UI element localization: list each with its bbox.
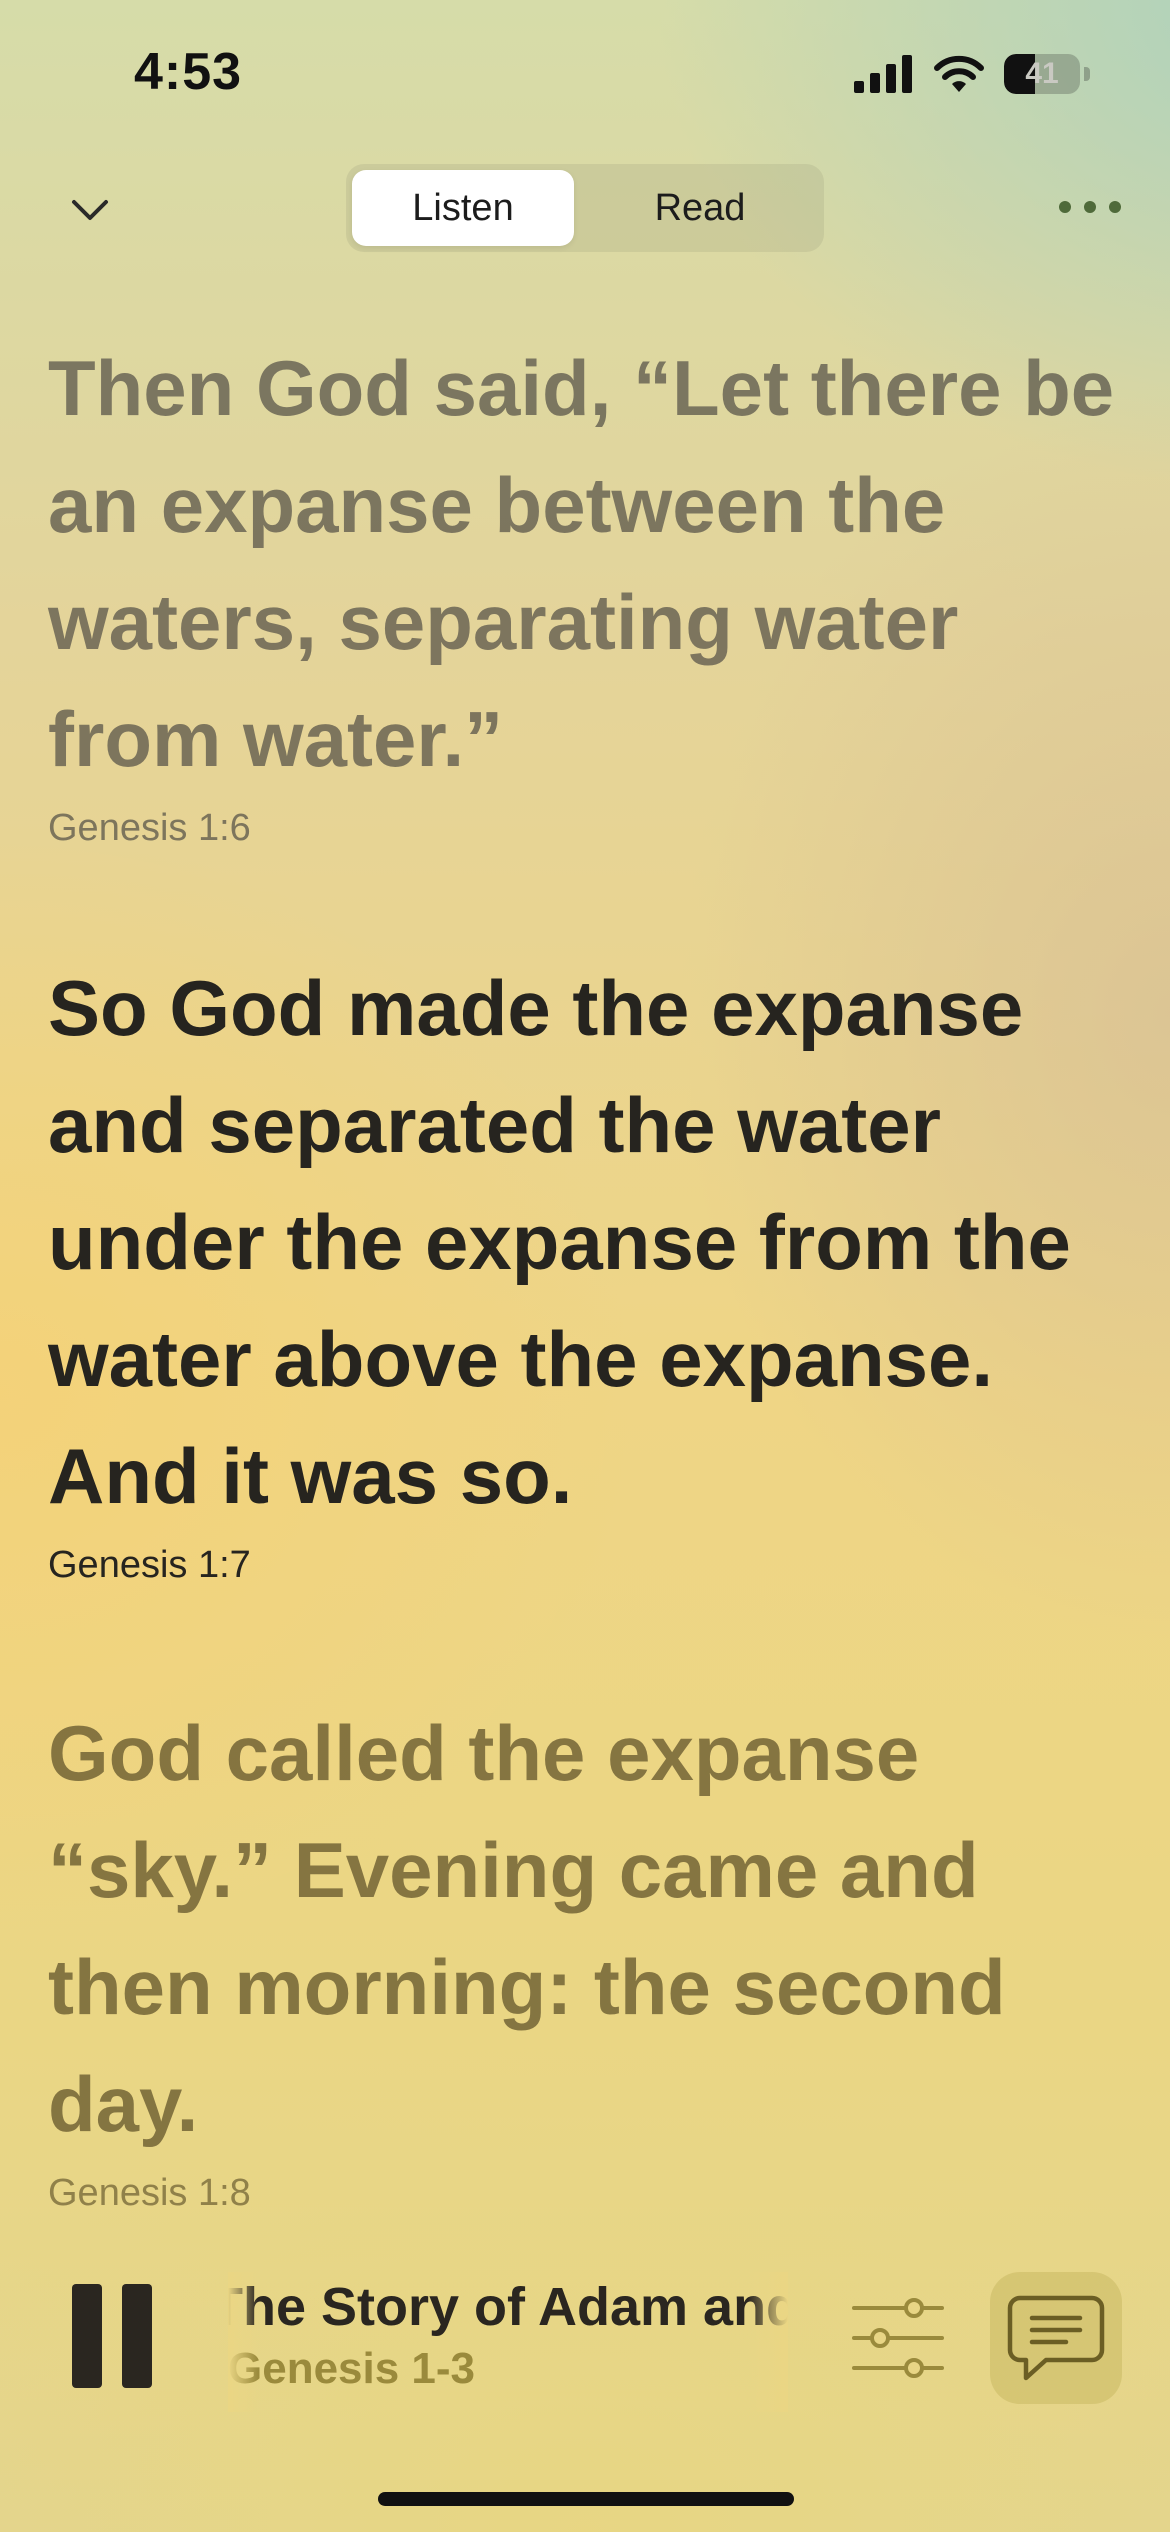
verse-reference: Genesis 1:7 bbox=[48, 1544, 251, 1586]
verse-current[interactable]: So God made the expanse and separated th… bbox=[48, 950, 1128, 1589]
tab-listen[interactable]: Listen bbox=[352, 170, 574, 246]
now-playing-subtitle: Genesis 1-3 bbox=[228, 2344, 476, 2393]
battery-icon: 41 bbox=[1004, 54, 1080, 94]
audio-settings-button[interactable] bbox=[850, 2296, 946, 2380]
home-indicator[interactable] bbox=[378, 2492, 794, 2506]
cellular-signal-icon bbox=[854, 55, 912, 93]
status-time: 4:53 bbox=[134, 43, 243, 101]
verse-text: So God made the expanse and separated th… bbox=[48, 964, 1071, 1520]
more-options-button[interactable] bbox=[1050, 180, 1130, 234]
marquee-fade-left bbox=[228, 2272, 258, 2412]
now-playing-title: The Story of Adam and Eve bbox=[228, 2277, 788, 2337]
status-bar: 4:53 41 bbox=[0, 0, 1170, 150]
now-playing-info[interactable]: The Story of Adam and Eve Genesis 1-3 bbox=[228, 2272, 788, 2412]
verse-reference: Genesis 1:8 bbox=[48, 2172, 251, 2214]
tab-read[interactable]: Read bbox=[582, 170, 818, 246]
sliders-icon bbox=[852, 2298, 944, 2378]
chat-button[interactable] bbox=[990, 2272, 1122, 2404]
chat-bubble-icon bbox=[1007, 2295, 1105, 2381]
listen-read-toggle: Listen Read bbox=[346, 164, 824, 252]
ellipsis-icon bbox=[1059, 201, 1121, 213]
battery-level: 41 bbox=[1025, 57, 1059, 90]
pause-icon bbox=[72, 2284, 102, 2388]
verse-reference: Genesis 1:6 bbox=[48, 807, 251, 849]
verse-past[interactable]: Then God said, “Let there be an expanse … bbox=[48, 330, 1128, 852]
verse-upcoming[interactable]: God called the expanse “sky.” Evening ca… bbox=[48, 1695, 1128, 2217]
marquee-fade-right bbox=[748, 2272, 788, 2412]
verse-text: God called the expanse “sky.” Evening ca… bbox=[48, 1709, 1006, 2148]
verse-text: Then God said, “Let there be an expanse … bbox=[48, 344, 1115, 783]
chevron-down-icon bbox=[72, 200, 108, 220]
collapse-button[interactable] bbox=[60, 180, 120, 240]
status-icons: 41 bbox=[854, 54, 1090, 94]
pause-button[interactable] bbox=[72, 2284, 152, 2392]
pause-icon-bar bbox=[122, 2284, 152, 2388]
wifi-icon bbox=[934, 55, 984, 92]
battery-cap bbox=[1084, 67, 1090, 81]
